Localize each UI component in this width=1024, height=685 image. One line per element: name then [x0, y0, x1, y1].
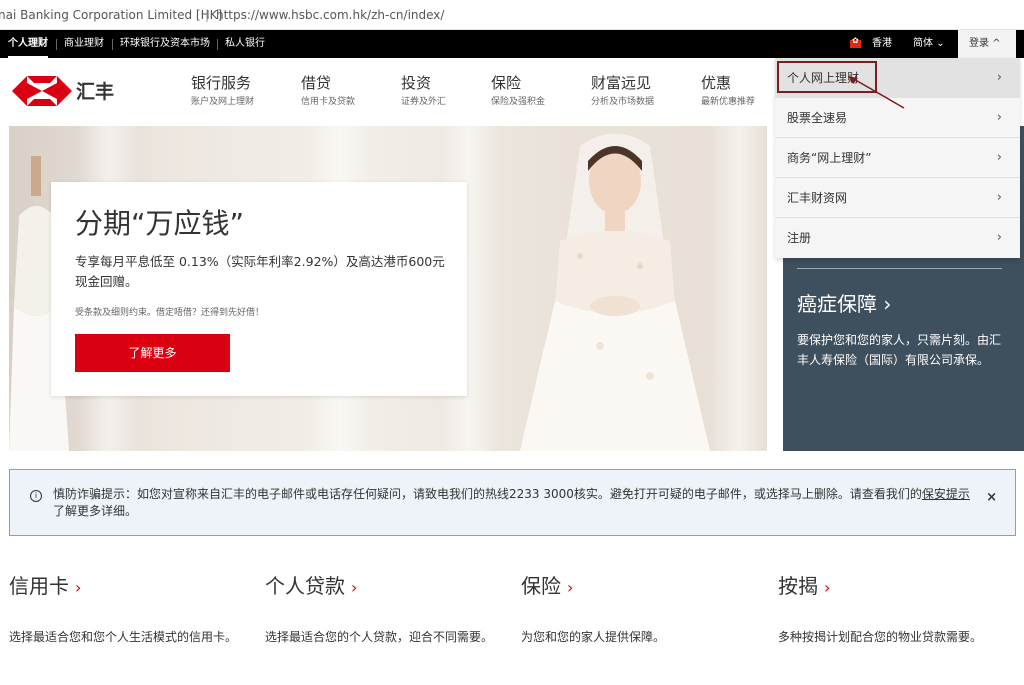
product-title[interactable]: 保险 › — [521, 570, 756, 599]
security-tips-link[interactable]: 保安提示 — [922, 487, 970, 501]
segment-personal[interactable]: 个人理财 — [8, 30, 48, 58]
chevron-right-icon: › — [75, 578, 82, 597]
annotation-arrow-icon — [848, 76, 905, 109]
chevron-right-icon: › — [351, 578, 358, 597]
nav-title: 借贷 — [301, 74, 332, 92]
menu-item-label: 商务“网上理财” — [787, 151, 872, 165]
nav-investing[interactable]: 投资 证券及外汇 — [401, 72, 446, 107]
close-icon[interactable]: × — [986, 490, 997, 505]
chevron-right-icon: › — [996, 190, 1002, 205]
product-description: 多种按揭计划配合您的物业贷款需要。 — [778, 630, 983, 644]
hong-kong-flag-icon — [850, 36, 861, 48]
menu-item-label: 股票全速易 — [787, 111, 848, 125]
divider — [56, 39, 57, 50]
nav-title: 优惠 — [701, 74, 732, 92]
nav-offers[interactable]: 优惠 最新优惠推荐 — [701, 72, 755, 107]
chevron-right-icon: › — [996, 110, 1002, 125]
product-title-text: 个人贷款 — [265, 574, 345, 598]
promo-title[interactable]: 癌症保障 › — [797, 288, 891, 317]
alert-text-after: 了解更多详细。 — [53, 504, 138, 518]
product-description: 为您和您的家人提供保障。 — [521, 630, 666, 644]
product-insurance[interactable]: 保险 › 为您和您的家人提供保障。 — [521, 570, 756, 647]
nav-subtitle: 分析及市场数据 — [591, 97, 655, 107]
product-title[interactable]: 信用卡 › — [9, 570, 244, 599]
nav-subtitle: 保险及强积金 — [491, 97, 546, 107]
language-selector[interactable]: 简体 ⌄ — [913, 30, 945, 58]
menu-item-label: 汇丰财资网 — [787, 191, 848, 205]
product-description: 选择最适合您的个人贷款，迎合不同需要。 — [265, 630, 494, 644]
nav-title: 财富远见 — [591, 74, 652, 92]
nav-subtitle: 信用卡及贷款 — [301, 97, 356, 107]
chevron-up-icon: ^ — [992, 38, 1001, 49]
nav-insurance[interactable]: 保险 保险及强积金 — [491, 72, 545, 107]
chevron-down-icon: ⌄ — [936, 38, 945, 49]
product-title-text: 按揭 — [778, 574, 818, 598]
fraud-alert-banner: i 慎防诈骗提示：如您对宣称来自汇丰的电子邮件或电话存任何疑问，请致电我们的热线… — [9, 469, 1016, 536]
chevron-right-icon: › — [996, 150, 1002, 165]
browser-tab-title: nai Banking Corporation Limited [HK] — [0, 8, 223, 22]
background-drape — [709, 126, 767, 451]
product-credit-card[interactable]: 信用卡 › 选择最适合您和您个人生活模式的信用卡。 — [9, 570, 244, 647]
url-text[interactable]: https://www.hsbc.com.hk/zh-cn/index/ — [216, 0, 444, 29]
hero-description: 专享每月平息低至 0.13%（实际年利率2.92%）及高达港币600元现金回赠。 — [75, 254, 445, 289]
segment-global-banking[interactable]: 环球银行及资本市场 — [120, 30, 210, 58]
product-title[interactable]: 按揭 › — [778, 570, 1013, 599]
hsbc-hexagon-logo-icon[interactable] — [12, 76, 72, 106]
alert-text-before: 慎防诈骗提示：如您对宣称来自汇丰的电子邮件或电话存任何疑问，请致电我们的热线22… — [53, 487, 922, 501]
nav-subtitle: 账户及网上理财 — [191, 97, 255, 107]
segment-commercial[interactable]: 商业理财 — [64, 30, 104, 58]
learn-more-button[interactable]: 了解更多 — [75, 334, 230, 372]
address-separator: | — [205, 8, 210, 22]
divider — [112, 39, 113, 50]
menu-item-label: 注册 — [787, 231, 812, 245]
promo-divider — [797, 268, 1002, 269]
segment-private-banking[interactable]: 私人银行 — [225, 30, 265, 58]
login-button[interactable]: 登录 ^ — [958, 30, 1016, 58]
region-selector[interactable]: 香港 — [872, 30, 892, 58]
nav-banking[interactable]: 银行服务 账户及网上理财 — [191, 72, 254, 107]
logo-text: 汇丰 — [76, 81, 115, 103]
alert-text: 慎防诈骗提示：如您对宣称来自汇丰的电子邮件或电话存任何疑问，请致电我们的热线22… — [53, 486, 973, 520]
nav-wealth-insights[interactable]: 财富远见 分析及市场数据 — [591, 72, 654, 107]
browser-address-bar[interactable]: nai Banking Corporation Limited [HK] | h… — [0, 0, 1024, 30]
product-title-text: 信用卡 — [9, 574, 69, 598]
chevron-right-icon: › — [567, 578, 574, 597]
promo-body: 要保护您和您的家人，只需片刻。由汇丰人寿保险（国际）有限公司承保。 — [797, 333, 1002, 367]
chevron-right-icon: › — [996, 230, 1002, 245]
product-description: 选择最适合您和您个人生活模式的信用卡。 — [9, 630, 238, 644]
product-mortgage[interactable]: 按揭 › 多种按揭计划配合您的物业贷款需要。 — [778, 570, 1013, 647]
menu-item-register[interactable]: 注册 › — [775, 218, 1020, 258]
menu-item-business-internet-banking[interactable]: 商务“网上理财” › — [775, 138, 1020, 178]
top-segment-bar: 个人理财 商业理财 环球银行及资本市场 私人银行 香港 简体 ⌄ — [0, 30, 1024, 58]
bride-photo — [520, 133, 710, 451]
nav-title: 保险 — [491, 74, 522, 92]
product-title[interactable]: 个人贷款 › — [265, 570, 500, 599]
product-title-text: 保险 — [521, 574, 561, 598]
hero-terms: 受条款及细则约束。借定唔借？还得到先好借！ — [75, 308, 265, 318]
login-label: 登录 — [969, 38, 989, 49]
hero-title: 分期“万应钱” — [75, 207, 245, 240]
nav-borrowing[interactable]: 借贷 信用卡及贷款 — [301, 72, 355, 107]
divider — [217, 39, 218, 50]
chevron-right-icon: › — [996, 70, 1002, 85]
nav-title: 投资 — [401, 74, 432, 92]
hero-offer-card: 分期“万应钱” 专享每月平息低至 0.13%（实际年利率2.92%）及高达港币6… — [51, 182, 467, 396]
product-personal-loan[interactable]: 个人贷款 › 选择最适合您的个人贷款，迎合不同需要。 — [265, 570, 500, 647]
info-icon: i — [30, 490, 42, 502]
chevron-right-icon: › — [824, 578, 831, 597]
nav-subtitle: 最新优惠推荐 — [701, 97, 756, 107]
language-label: 简体 — [913, 38, 933, 49]
nav-subtitle: 证券及外汇 — [401, 97, 447, 107]
menu-item-hsbcnet[interactable]: 汇丰财资网 › — [775, 178, 1020, 218]
nav-title: 银行服务 — [191, 74, 252, 92]
